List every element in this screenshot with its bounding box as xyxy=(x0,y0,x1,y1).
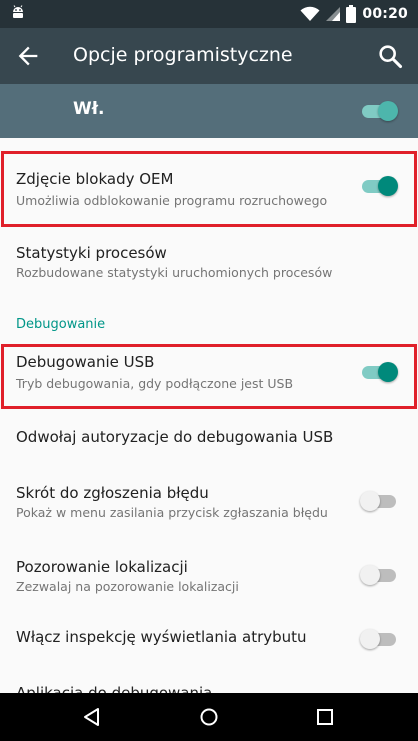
highlight-box-oem-unlock xyxy=(1,151,417,227)
list-item-process-stats[interactable]: Statystyki procesów Rozbudowane statysty… xyxy=(0,230,418,300)
nav-home-icon[interactable] xyxy=(197,705,221,729)
search-icon[interactable] xyxy=(376,42,404,70)
item-title: Skrót do zgłoszenia błędu xyxy=(16,484,209,502)
item-title: Włącz inspekcję wyświetlania atrybutu xyxy=(16,628,307,646)
list-item-revoke-usb-auth[interactable]: Odwołaj autoryzacje do debugowania USB xyxy=(0,411,418,463)
item-title: Pozorowanie lokalizacji xyxy=(16,558,188,576)
list-item-view-attribute-inspection[interactable]: Włącz inspekcję wyświetlania atrybutu xyxy=(0,611,418,666)
item-title: Statystyki procesów xyxy=(16,244,167,262)
master-toggle-label: Wł. xyxy=(73,99,105,119)
item-subtitle: Zezwalaj na pozorowanie lokalizacji xyxy=(16,579,239,594)
signal-icon xyxy=(326,7,341,21)
list-item-mock-location[interactable]: Pozorowanie lokalizacji Zezwalaj na pozo… xyxy=(0,538,418,611)
battery-icon xyxy=(346,5,357,23)
master-toggle-switch[interactable] xyxy=(360,100,398,122)
list-item-bugreport-shortcut[interactable]: Skrót do zgłoszenia błędu Pokaż w menu z… xyxy=(0,463,418,538)
item-title: Aplikacja do debugowania xyxy=(16,684,213,693)
section-header-debugging: Debugowanie xyxy=(16,317,106,332)
bugreport-shortcut-switch[interactable] xyxy=(360,490,398,512)
list-item-debug-app[interactable]: Aplikacja do debugowania xyxy=(0,666,418,693)
item-subtitle: Pokaż w menu zasilania przycisk zgłaszan… xyxy=(16,505,328,520)
back-arrow-icon[interactable] xyxy=(14,42,42,70)
page-title: Opcje programistyczne xyxy=(73,44,293,66)
app-bar: Opcje programistyczne xyxy=(0,28,418,84)
item-title: Odwołaj autoryzacje do debugowania USB xyxy=(16,428,334,446)
status-bar: 00:20 xyxy=(0,0,418,28)
highlight-box-usb-debugging xyxy=(1,344,417,409)
mock-location-switch[interactable] xyxy=(360,564,398,586)
wifi-icon xyxy=(300,6,320,21)
item-subtitle: Rozbudowane statystyki uruchomionych pro… xyxy=(16,265,333,280)
attribute-inspection-switch[interactable] xyxy=(360,628,398,650)
nav-recents-icon[interactable] xyxy=(313,705,337,729)
nav-back-icon[interactable] xyxy=(80,705,104,729)
status-time: 00:20 xyxy=(362,6,408,22)
navigation-bar xyxy=(0,693,418,741)
android-icon xyxy=(13,5,23,18)
master-toggle-bar[interactable]: Wł. xyxy=(0,84,418,138)
